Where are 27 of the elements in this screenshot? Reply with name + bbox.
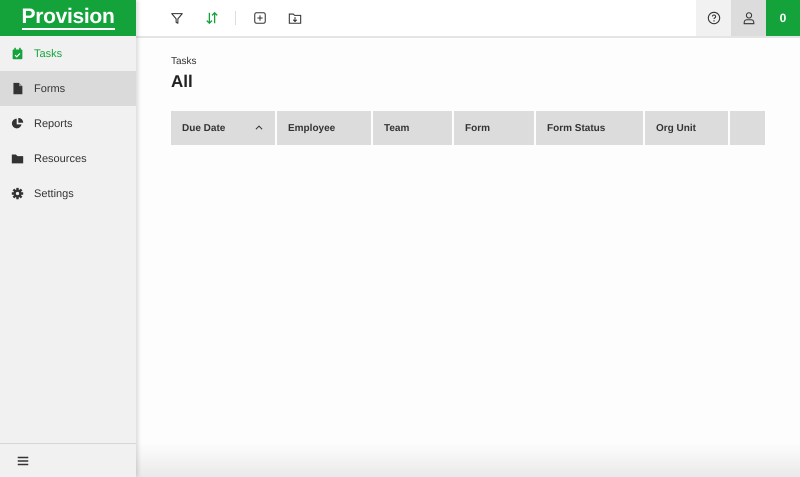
sort-icon bbox=[204, 11, 218, 25]
breadcrumb: Tasks bbox=[171, 56, 198, 67]
help-button[interactable] bbox=[696, 0, 731, 36]
folder-download-icon bbox=[288, 11, 302, 25]
user-button[interactable] bbox=[731, 0, 766, 36]
column-header[interactable]: Org Unit bbox=[645, 111, 728, 145]
logo: Provision bbox=[22, 6, 114, 30]
sidebar-item[interactable]: Reports bbox=[0, 106, 136, 141]
settings-icon bbox=[11, 187, 24, 200]
filter-icon bbox=[170, 11, 184, 25]
sidebar-item[interactable]: Settings bbox=[0, 176, 136, 211]
column-header[interactable]: Employee bbox=[277, 111, 371, 145]
sidebar-item[interactable]: Resources bbox=[0, 141, 136, 176]
user-icon bbox=[742, 11, 756, 25]
folder-icon bbox=[11, 152, 24, 165]
help-icon bbox=[706, 11, 720, 25]
sidebar-item[interactable]: Forms bbox=[0, 71, 136, 106]
calendar-icon bbox=[11, 47, 24, 60]
column-header[interactable]: Due Date bbox=[171, 111, 275, 145]
page-title: All bbox=[171, 72, 194, 92]
document-icon bbox=[11, 82, 24, 95]
column-header bbox=[730, 111, 765, 145]
column-header[interactable]: Form Status bbox=[536, 111, 643, 145]
column-header[interactable]: Team bbox=[373, 111, 452, 145]
column-header[interactable]: Form bbox=[454, 111, 534, 145]
add-icon bbox=[252, 11, 266, 25]
pie-chart-icon bbox=[11, 117, 24, 130]
